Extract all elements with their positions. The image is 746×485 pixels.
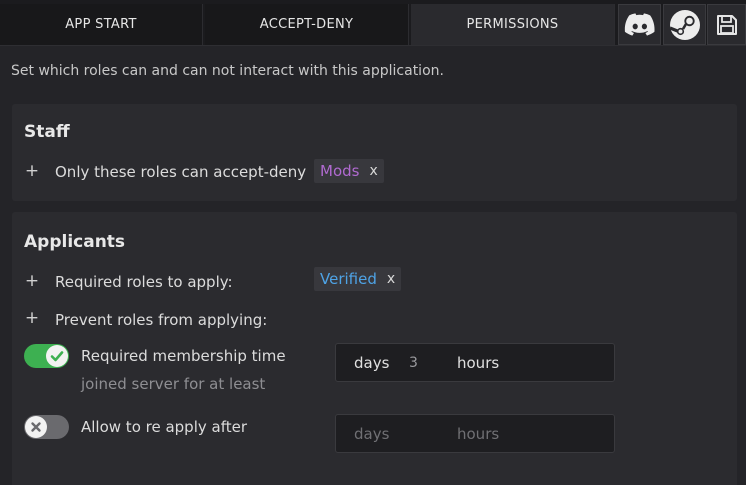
membership-time-toggle[interactable] <box>24 344 69 368</box>
tab-label: APP START <box>65 17 137 32</box>
tab-app-start[interactable]: APP START <box>0 4 203 45</box>
days-value: 3 <box>409 355 418 371</box>
days-label: days <box>354 354 390 372</box>
membership-time-input[interactable]: days 3 hours <box>335 343 615 382</box>
tab-label: ACCEPT-DENY <box>259 17 354 32</box>
applicants-panel: Applicants + Required roles to apply: Ve… <box>12 212 737 485</box>
tab-label: PERMISSIONS <box>466 17 559 32</box>
reapply-label: Allow to re apply after <box>81 418 248 436</box>
applicants-title: Applicants <box>24 232 126 252</box>
save-button[interactable] <box>707 4 746 45</box>
prevent-roles-label: Prevent roles from applying: <box>55 311 268 329</box>
top-nav: APP START ACCEPT-DENY PERMISSIONS <box>0 0 746 46</box>
remove-role-button[interactable]: x <box>387 271 395 287</box>
steam-icon <box>668 9 700 40</box>
add-required-role-icon[interactable]: + <box>25 272 39 289</box>
toggle-knob <box>46 345 68 367</box>
membership-time-sublabel: joined server for at least <box>81 375 266 393</box>
add-staff-role-icon[interactable]: + <box>25 162 39 179</box>
add-prevent-role-icon[interactable]: + <box>25 309 39 326</box>
page-description: Set which roles can and can not interact… <box>11 63 444 79</box>
tab-permissions[interactable]: PERMISSIONS <box>411 4 615 45</box>
role-chip-name: Mods <box>320 162 360 180</box>
days-label: days <box>354 425 390 443</box>
check-icon <box>50 351 64 362</box>
required-roles-label: Required roles to apply: <box>55 273 233 291</box>
toggle-knob <box>25 416 47 438</box>
reapply-time-input[interactable]: days hours <box>335 414 615 453</box>
reapply-toggle[interactable] <box>24 415 69 439</box>
close-icon <box>31 422 41 432</box>
hours-label: hours <box>457 425 500 443</box>
role-chip-mods: Mods x <box>314 159 384 183</box>
staff-accept-deny-label: Only these roles can accept-deny <box>55 163 307 181</box>
role-chip-name: Verified <box>320 270 377 288</box>
steam-button[interactable] <box>663 4 706 45</box>
membership-time-label: Required membership time <box>81 347 286 365</box>
hours-label: hours <box>457 354 500 372</box>
discord-icon <box>624 12 655 36</box>
staff-panel: Staff + Only these roles can accept-deny… <box>12 104 737 201</box>
save-icon <box>716 14 737 35</box>
discord-button[interactable] <box>618 4 661 45</box>
remove-role-button[interactable]: x <box>369 163 377 179</box>
tab-accept-deny[interactable]: ACCEPT-DENY <box>205 4 409 45</box>
staff-title: Staff <box>24 122 70 142</box>
role-chip-verified: Verified x <box>314 267 402 291</box>
